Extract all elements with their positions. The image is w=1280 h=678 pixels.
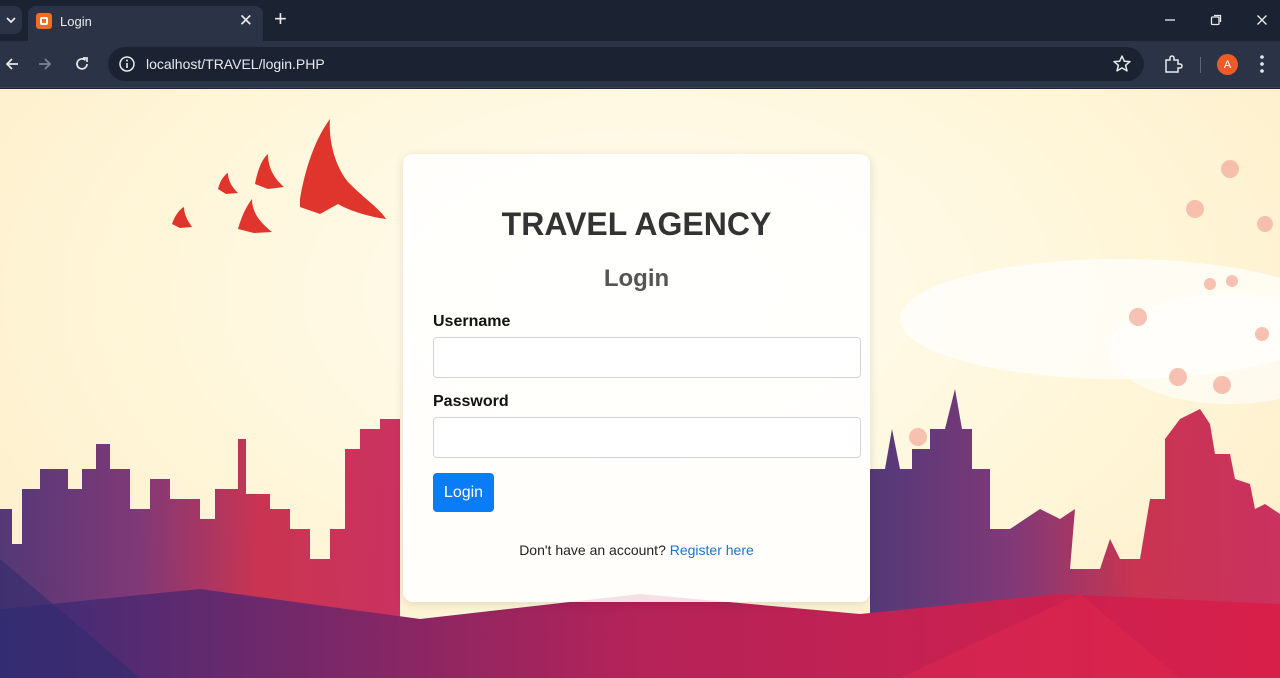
restore-icon[interactable] (1204, 8, 1228, 32)
tab-title: Login (60, 14, 92, 29)
tab-search-icon[interactable] (0, 6, 22, 34)
close-icon[interactable]: ✕ (239, 11, 253, 31)
browser-tab[interactable]: Login ✕ (28, 6, 263, 41)
address-bar[interactable]: localhost/TRAVEL/login.PHP (108, 47, 1144, 81)
info-icon[interactable] (118, 55, 136, 73)
username-input[interactable] (433, 337, 861, 378)
close-window-icon[interactable] (1250, 8, 1274, 32)
avatar[interactable]: A (1217, 54, 1238, 75)
page-viewport: TRAVEL AGENCY Login Username Password Lo… (0, 89, 1280, 678)
reload-icon[interactable] (70, 52, 94, 76)
browser-toolbar: localhost/TRAVEL/login.PHP A (0, 41, 1280, 88)
username-label: Username (433, 313, 511, 330)
login-card: TRAVEL AGENCY Login Username Password Lo… (403, 154, 870, 602)
brand-title: TRAVEL AGENCY (501, 206, 772, 242)
forward-icon[interactable] (33, 52, 57, 76)
birds-decoration (172, 119, 386, 233)
star-icon[interactable] (1112, 54, 1132, 74)
url-text[interactable]: localhost/TRAVEL/login.PHP (146, 56, 325, 72)
password-label: Password (433, 393, 509, 410)
login-button[interactable]: Login (433, 473, 494, 512)
toolbar-divider (1200, 57, 1201, 73)
plus-icon[interactable]: + (274, 8, 287, 30)
register-prompt: Don't have an account? Register here (403, 542, 870, 558)
back-icon[interactable] (0, 52, 24, 76)
tab-strip: Login ✕ + (0, 0, 1280, 41)
minimize-icon[interactable] (1158, 8, 1182, 32)
password-input[interactable] (433, 417, 861, 458)
extensions-icon[interactable] (1162, 53, 1184, 75)
register-link[interactable]: Register here (670, 542, 754, 558)
menu-icon[interactable] (1252, 53, 1272, 75)
register-prompt-text: Don't have an account? (519, 542, 666, 558)
xampp-favicon (36, 13, 52, 29)
page-title: Login (603, 265, 670, 292)
